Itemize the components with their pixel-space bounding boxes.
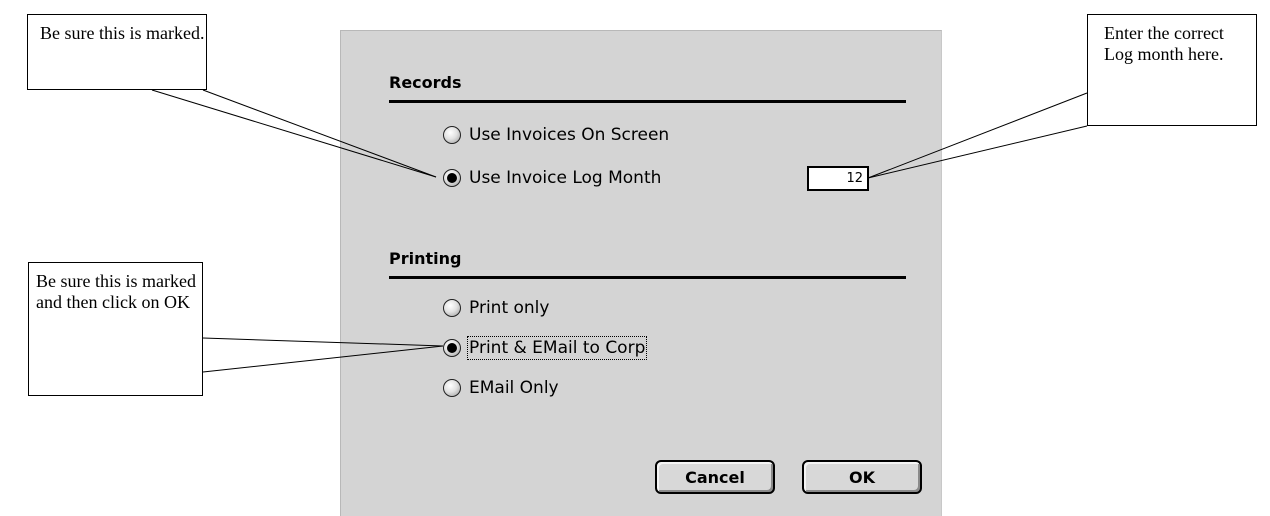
records-divider <box>389 100 906 103</box>
use-invoice-log-month-label: Use Invoice Log Month <box>469 168 662 188</box>
printing-divider <box>389 276 906 279</box>
callout-records-text: Be sure this is marked. <box>40 23 205 43</box>
log-month-input[interactable]: 12 <box>807 166 869 191</box>
callout-print-email-text: Be sure this is marked and then click on… <box>36 271 196 312</box>
records-printing-dialog: Records Use Invoices On Screen Use Invoi… <box>340 30 942 516</box>
print-and-email-label: Print & EMail to Corp <box>466 336 648 360</box>
print-only-radio[interactable] <box>443 299 461 317</box>
printing-section-title: Printing <box>389 249 462 268</box>
use-invoice-log-month-radio[interactable] <box>443 169 461 187</box>
callout-print-email: Be sure this is marked and then click on… <box>28 262 203 396</box>
callout-log-month: Enter the correct Log month here. <box>1087 14 1257 126</box>
use-invoices-on-screen-option[interactable]: Use Invoices On Screen <box>443 125 669 145</box>
callout-records-marked: Be sure this is marked. <box>27 14 207 90</box>
email-only-option[interactable]: EMail Only <box>443 378 559 398</box>
print-only-option[interactable]: Print only <box>443 298 549 318</box>
print-and-email-option[interactable]: Print & EMail to Corp <box>443 336 648 360</box>
print-only-label: Print only <box>469 298 550 318</box>
use-invoices-on-screen-label: Use Invoices On Screen <box>469 125 670 145</box>
ok-button[interactable]: OK <box>802 460 922 494</box>
use-invoices-on-screen-radio[interactable] <box>443 126 461 144</box>
use-invoice-log-month-option[interactable]: Use Invoice Log Month <box>443 168 661 188</box>
print-and-email-radio[interactable] <box>443 339 461 357</box>
cancel-button[interactable]: Cancel <box>655 460 775 494</box>
callout-log-month-text: Enter the correct Log month here. <box>1104 23 1224 64</box>
records-section-title: Records <box>389 73 462 92</box>
email-only-radio[interactable] <box>443 379 461 397</box>
email-only-label: EMail Only <box>469 378 559 398</box>
